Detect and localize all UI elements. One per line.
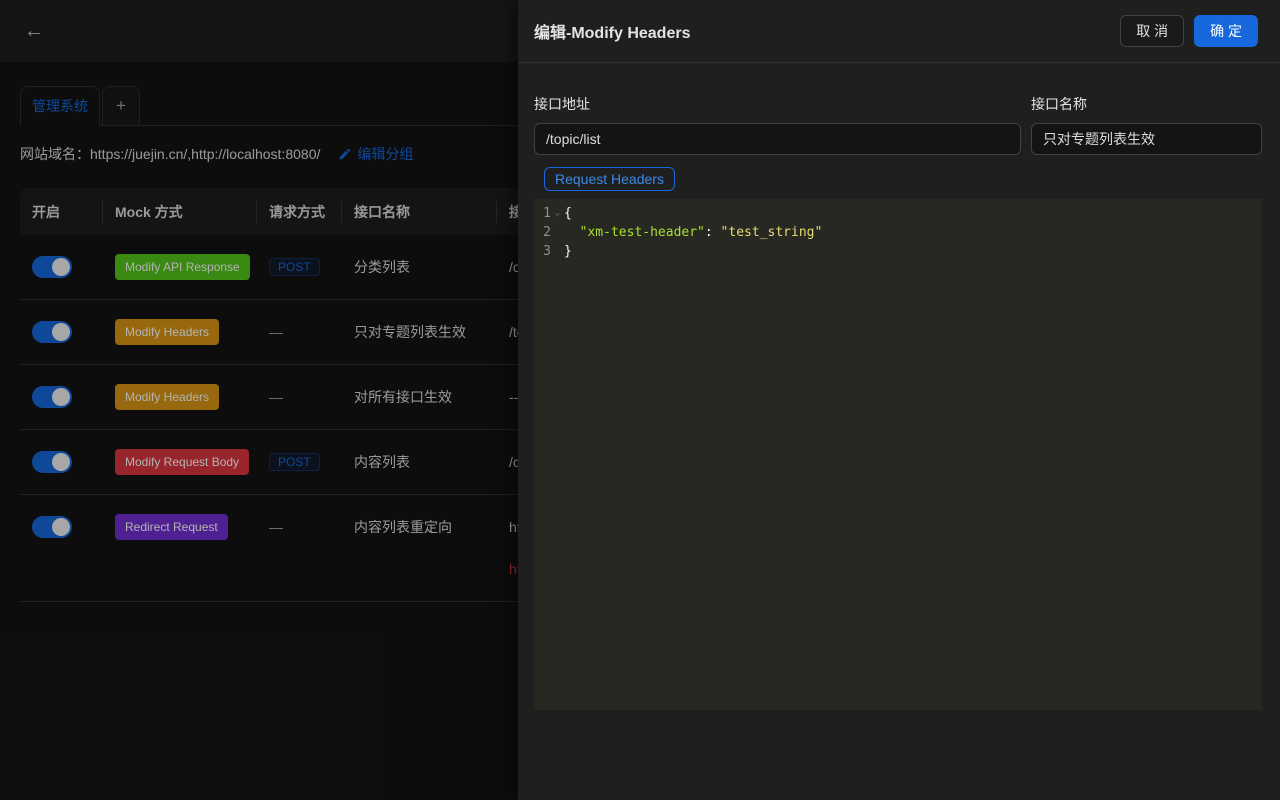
api-name-label: 接口名称 [1031, 93, 1262, 115]
app-window: ← 管理系统 + 网站域名： https://juejin.cn/,http:/… [0, 0, 1280, 800]
drawer-title: 编辑-Modify Headers [534, 19, 690, 43]
api-url-input[interactable] [534, 123, 1021, 155]
drawer-header: 编辑-Modify Headers 取 消 确 定 [518, 0, 1280, 63]
request-headers-button[interactable]: Request Headers [544, 167, 675, 191]
edit-drawer: 编辑-Modify Headers 取 消 确 定 接口地址 接口名称 Requ… [518, 0, 1280, 800]
line-number: 3 [534, 242, 551, 261]
api-url-label: 接口地址 [534, 93, 1021, 115]
editor-line: 1 ⌄ { [534, 204, 1262, 223]
editor-line: 2 "xm-test-header": "test_string" [534, 223, 1262, 242]
line-number: 1 [534, 204, 551, 223]
line-number: 2 [534, 223, 551, 242]
json-value: "test_string" [721, 225, 823, 240]
cancel-button[interactable]: 取 消 [1120, 15, 1184, 47]
drawer-body: 接口地址 接口名称 Request Headers 1 ⌄ { 2 [518, 63, 1280, 710]
confirm-button[interactable]: 确 定 [1194, 15, 1258, 47]
json-key: "xm-test-header" [580, 225, 705, 240]
editor-line: 3 } [534, 242, 1262, 261]
drawer-actions: 取 消 确 定 [1120, 15, 1258, 47]
fold-icon[interactable]: ⌄ [551, 204, 564, 223]
api-name-input[interactable] [1031, 123, 1262, 155]
drawer-form: 接口地址 接口名称 [534, 93, 1262, 155]
headers-json-editor[interactable]: 1 ⌄ { 2 "xm-test-header": "test_string" … [534, 199, 1262, 710]
